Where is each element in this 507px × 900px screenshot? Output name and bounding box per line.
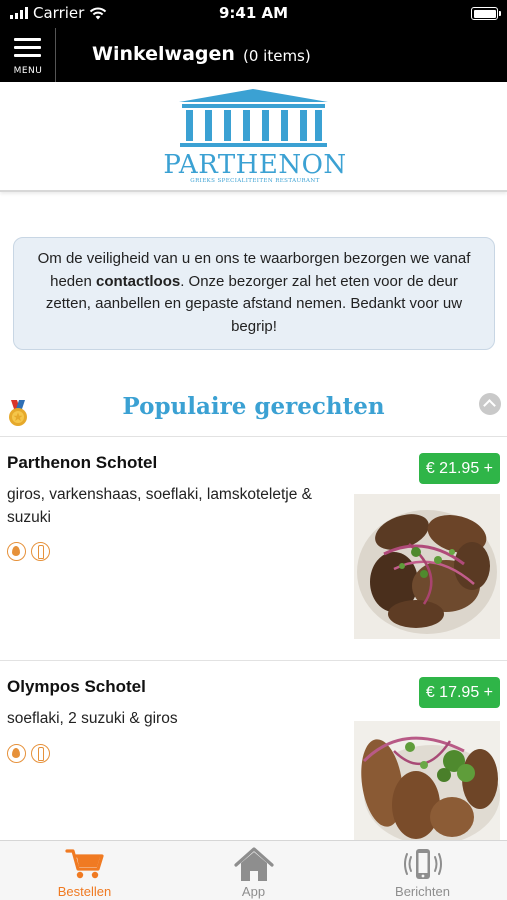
phone-vibrate-icon [404,849,442,879]
dish-name[interactable]: Parthenon Schotel [7,453,157,473]
cart-icon [65,849,104,879]
section-divider [0,436,507,437]
dish-name[interactable]: Olympos Schotel [7,677,146,697]
chevron-up-icon[interactable] [479,393,501,415]
dish-icons [7,744,50,763]
app-header: MENU Winkelwagen (0 items) [0,28,507,82]
menu-button[interactable]: MENU [0,28,56,82]
tab-app[interactable]: App [169,841,338,900]
alcohol-icon [31,744,50,763]
dish-description: giros, varkenshaas, soeflaki, lamskotele… [7,486,312,526]
clock: 9:41 AM [218,4,289,22]
bottom-tab-bar: Bestellen App Berichten [0,840,507,900]
notice-text-bold: contactloos [96,272,181,290]
parthenon-logo-icon [179,89,328,147]
dish-description: soeflaki, 2 suzuki & giros [7,710,178,727]
hamburger-icon [14,38,41,62]
contactless-delivery-notice: Om de veiligheid van u en ons te waarbor… [13,237,495,350]
cart-item-count[interactable]: (0 items) [243,47,311,65]
add-dish-price-button[interactable]: € 17.95 + [418,677,500,708]
logo-name: PARTHENON [163,150,347,180]
cart-title[interactable]: Winkelwagen [92,43,235,65]
tab-label: Bestellen [57,884,112,899]
tab-label: App [241,884,266,899]
tab-label: Berichten [395,884,450,899]
spicy-icon [7,744,26,763]
dish-photo[interactable] [354,494,500,639]
tab-bestellen[interactable]: Bestellen [0,841,169,900]
dish-icons [7,542,50,561]
dish-photo[interactable] [354,721,500,840]
menu-label: MENU [13,66,43,76]
battery-icon [471,7,501,20]
status-bar: Carrier 9:41 AM [0,0,507,28]
logo-tagline: GRIEKS SPECIALITEITEN RESTAURANT [190,178,320,184]
section-title[interactable]: Populaire gerechten [0,393,507,420]
dish-divider [0,660,507,661]
alcohol-icon [31,542,50,561]
add-dish-price-button[interactable]: € 21.95 + [418,453,500,484]
tab-berichten[interactable]: Berichten [338,841,507,900]
home-icon [234,847,274,881]
spicy-icon [7,542,26,561]
restaurant-logo-banner: PARTHENON GRIEKS SPECIALITEITEN RESTAURA… [0,82,507,192]
